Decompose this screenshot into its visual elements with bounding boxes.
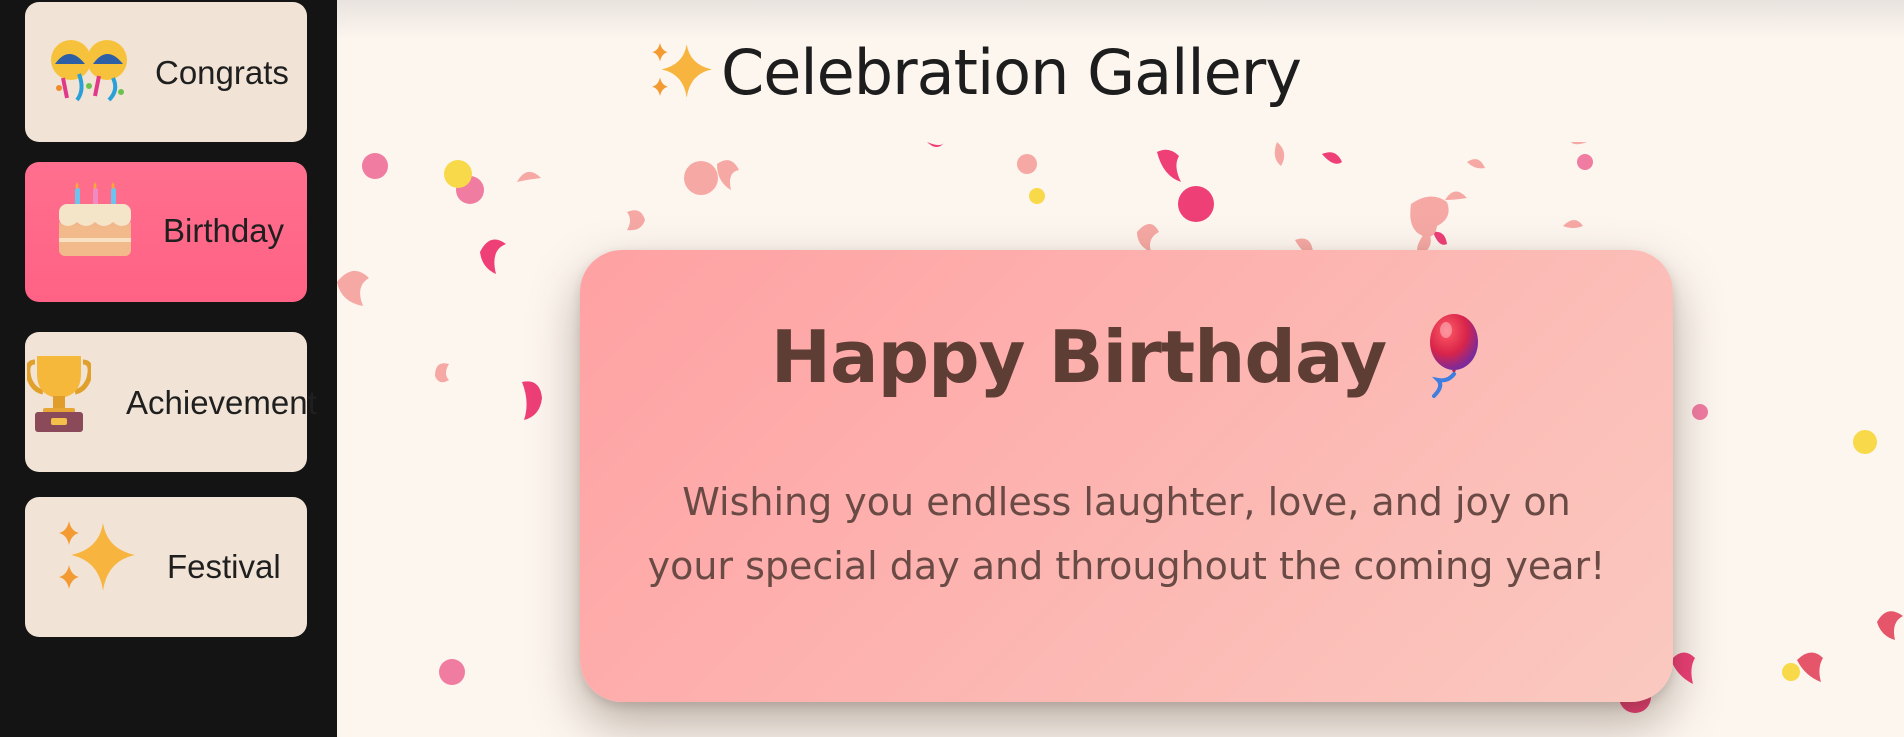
sidebar-item-achievement[interactable]: Achievement — [25, 332, 317, 472]
sidebar-item-label: Congrats — [155, 54, 289, 91]
main-content: Celebration Gallery Happy Birthday Wishi… — [337, 0, 1904, 737]
card-title-row: Happy Birthday — [580, 312, 1673, 402]
sidebar-item-congrats[interactable]: Congrats — [25, 2, 307, 142]
page-title: Celebration Gallery — [649, 36, 1302, 109]
sparkles-icon — [55, 519, 139, 599]
sidebar-item-label: Achievement — [126, 384, 317, 421]
trophy-icon — [25, 352, 93, 438]
sidebar-item-label: Festival — [167, 548, 281, 585]
card-title: Happy Birthday — [770, 315, 1388, 399]
header-shadow — [337, 0, 1904, 40]
party-face-icon — [49, 34, 129, 108]
sidebar-item-birthday[interactable]: Birthday — [25, 162, 307, 302]
sidebar-item-festival[interactable]: Festival — [25, 497, 307, 637]
page-title-text: Celebration Gallery — [721, 36, 1302, 109]
birthday-cake-icon — [55, 182, 135, 266]
balloon-icon — [1416, 312, 1482, 402]
card-message: Wishing you endless laughter, love, and … — [647, 480, 1606, 588]
sidebar-item-label: Birthday — [163, 212, 285, 249]
greeting-card: Happy Birthday Wishing you endless laugh… — [580, 250, 1673, 702]
sidebar: Congrats Birthday Achievement Festival — [0, 0, 337, 737]
sparkles-icon — [649, 39, 715, 107]
